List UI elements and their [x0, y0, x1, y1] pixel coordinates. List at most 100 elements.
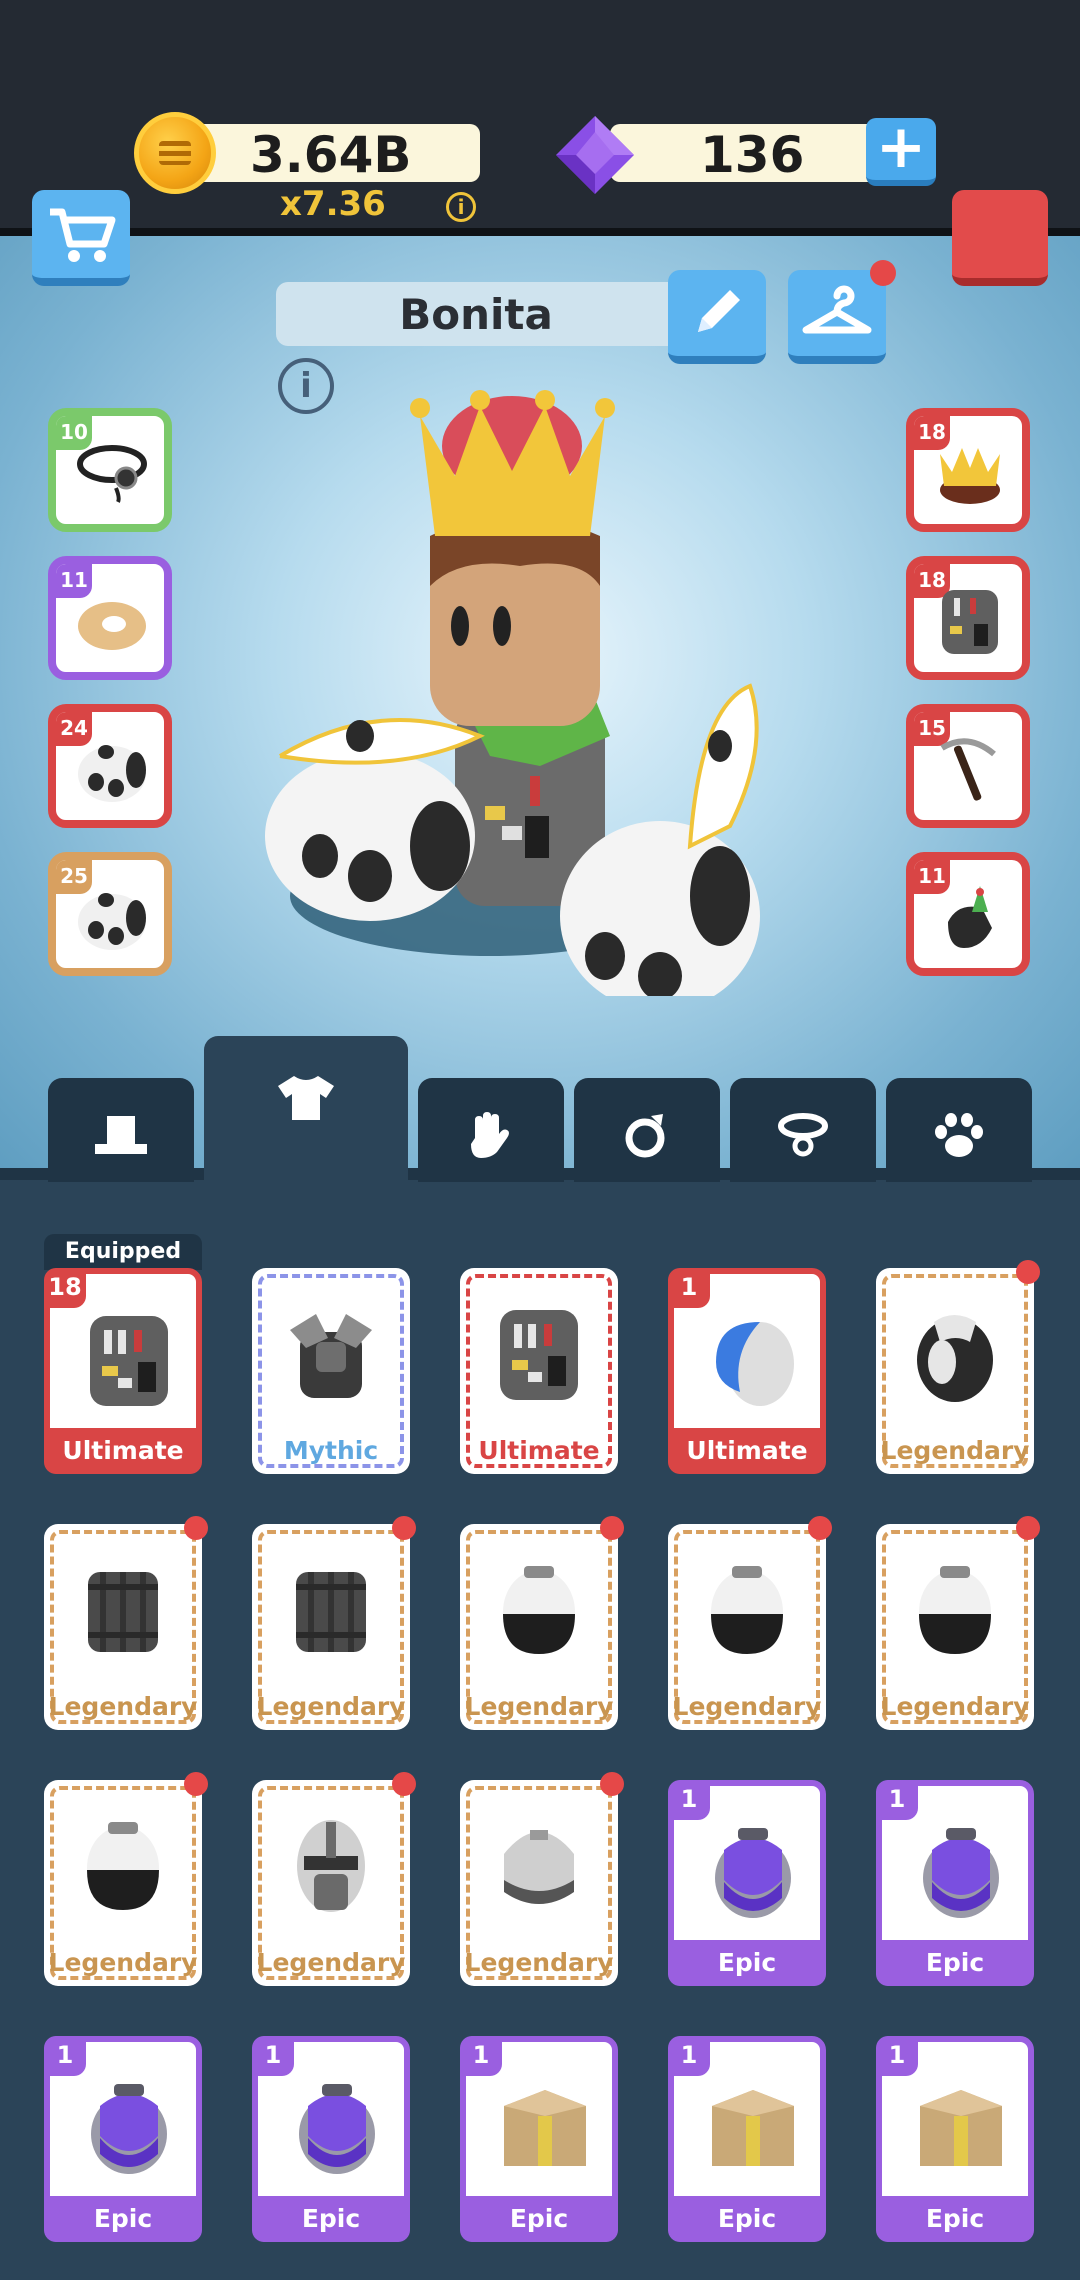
equip-slot-left-3[interactable]: 24: [48, 704, 172, 828]
item-level-badge: 1: [668, 1268, 710, 1308]
robot-icon: [494, 1302, 584, 1406]
new-item-dot: [184, 1772, 208, 1796]
item-card[interactable]: Legendary: [44, 1772, 208, 1986]
item-card[interactable]: Legendary: [460, 1772, 624, 1986]
equip-slot-right-2[interactable]: 18: [906, 556, 1030, 680]
egg-vest-icon: [910, 1558, 1000, 1662]
pencil-icon: [698, 290, 740, 332]
panda-pet-icon: [76, 882, 148, 952]
cardboard-box-icon: [500, 2076, 590, 2180]
item-level-badge: 1: [876, 2036, 918, 2076]
knight-icon: [286, 1814, 376, 1918]
panda-pet-icon: [76, 734, 148, 804]
shop-button[interactable]: [32, 190, 130, 286]
item-rarity-label: Epic: [668, 2196, 826, 2242]
add-gems-button[interactable]: +: [866, 117, 936, 186]
item-rarity-label: Ultimate: [478, 1436, 600, 1465]
item-card[interactable]: Mythic: [252, 1268, 410, 1474]
item-level-badge: 1: [44, 2036, 86, 2076]
coin-icon: [134, 112, 216, 194]
item-card[interactable]: 1 Ultimate: [668, 1268, 826, 1474]
robot-icon: [84, 1308, 174, 1412]
item-card[interactable]: Legendary: [252, 1772, 416, 1986]
item-card[interactable]: 1 Epic: [876, 2036, 1034, 2242]
item-card[interactable]: 1 Epic: [668, 2036, 826, 2242]
cardboard-box-icon: [916, 2076, 1006, 2180]
necklace-icon: [773, 1110, 833, 1160]
item-card[interactable]: Ultimate: [460, 1268, 618, 1474]
item-card[interactable]: 1 Epic: [44, 2036, 202, 2242]
multiplier-info-icon[interactable]: i: [446, 192, 476, 222]
item-card[interactable]: Legendary: [876, 1516, 1040, 1730]
gem-icon: [556, 116, 634, 194]
item-level-badge: 1: [460, 2036, 502, 2076]
barrel-icon: [286, 1558, 376, 1662]
item-card[interactable]: Legendary: [668, 1516, 832, 1730]
wardrobe-button[interactable]: [788, 270, 886, 364]
close-button[interactable]: [952, 190, 1048, 286]
item-card[interactable]: Legendary: [44, 1516, 208, 1730]
item-card[interactable]: 18 Ultimate: [44, 1268, 202, 1474]
mech-glove-icon: [934, 882, 1006, 952]
item-card[interactable]: 1 Epic: [876, 1780, 1034, 1986]
tab-hat[interactable]: [48, 1078, 194, 1182]
item-rarity-label: Legendary: [880, 1692, 1030, 1721]
item-card[interactable]: 1 Epic: [668, 1780, 826, 1986]
item-card[interactable]: Legendary: [876, 1260, 1040, 1474]
equip-slot-left-2[interactable]: 11: [48, 556, 172, 680]
tab-pet[interactable]: [886, 1078, 1032, 1182]
donut-ring-icon: [76, 586, 148, 656]
purple-vest-icon: [708, 1820, 798, 1924]
blue-shell-icon: [708, 1308, 798, 1412]
coin-multiplier: x7.36: [280, 184, 386, 224]
black-vest-icon: [910, 1302, 1000, 1406]
crown-hat-icon: [934, 438, 1006, 508]
equip-slot-left-1[interactable]: 10: [48, 408, 172, 532]
choker-necklace-icon: [76, 438, 148, 508]
item-rarity-label: Legendary: [48, 1948, 198, 1977]
cardboard-box-icon: [708, 2076, 798, 2180]
shirt-icon: [276, 1072, 336, 1122]
item-rarity-label: Epic: [876, 1940, 1034, 1986]
tab-glove[interactable]: [418, 1078, 564, 1182]
character-stage: Bonita i: [0, 236, 1080, 1170]
new-item-dot: [1016, 1260, 1040, 1284]
equip-slot-right-1[interactable]: 18: [906, 408, 1030, 532]
new-item-dot: [808, 1516, 832, 1540]
purple-vest-icon: [916, 1820, 1006, 1924]
new-item-dot: [600, 1516, 624, 1540]
equip-slot-left-4[interactable]: 25: [48, 852, 172, 976]
coin-balance: 3.64B: [250, 126, 412, 184]
tab-shirt[interactable]: [204, 1036, 408, 1184]
item-card[interactable]: 1 Epic: [460, 2036, 618, 2242]
hand-icon: [461, 1110, 521, 1160]
equip-slot-right-3[interactable]: 15: [906, 704, 1030, 828]
item-card[interactable]: Legendary: [460, 1516, 624, 1730]
hat-icon: [91, 1110, 151, 1160]
item-level-badge: 1: [668, 1780, 710, 1820]
item-rarity-label: Epic: [252, 2196, 410, 2242]
purple-vest-icon: [292, 2076, 382, 2180]
equipped-tag: Equipped: [44, 1234, 202, 1270]
tab-necklace[interactable]: [730, 1078, 876, 1182]
item-rarity-label: Legendary: [464, 1948, 614, 1977]
robot-shirt-icon: [934, 586, 1006, 656]
grey-helmet-icon: [494, 1814, 584, 1918]
top-bar-divider: [0, 228, 1080, 236]
item-rarity-label: Legendary: [672, 1692, 822, 1721]
equip-slot-right-4[interactable]: 11: [906, 852, 1030, 976]
hanger-icon: [802, 285, 872, 334]
tab-ring[interactable]: [574, 1078, 720, 1182]
gem-balance: 136: [700, 126, 805, 184]
item-rarity-label: Epic: [668, 1940, 826, 1986]
item-rarity-label: Epic: [460, 2196, 618, 2242]
wardrobe-notification-dot: [870, 260, 896, 286]
item-card[interactable]: Legendary: [252, 1516, 416, 1730]
item-card[interactable]: 1 Epic: [252, 2036, 410, 2242]
item-rarity-label: Ultimate: [668, 1428, 826, 1474]
item-rarity-label: Legendary: [880, 1436, 1030, 1465]
edit-name-button[interactable]: [668, 270, 766, 364]
new-item-dot: [600, 1772, 624, 1796]
new-item-dot: [184, 1516, 208, 1540]
item-rarity-label: Mythic: [283, 1436, 379, 1465]
